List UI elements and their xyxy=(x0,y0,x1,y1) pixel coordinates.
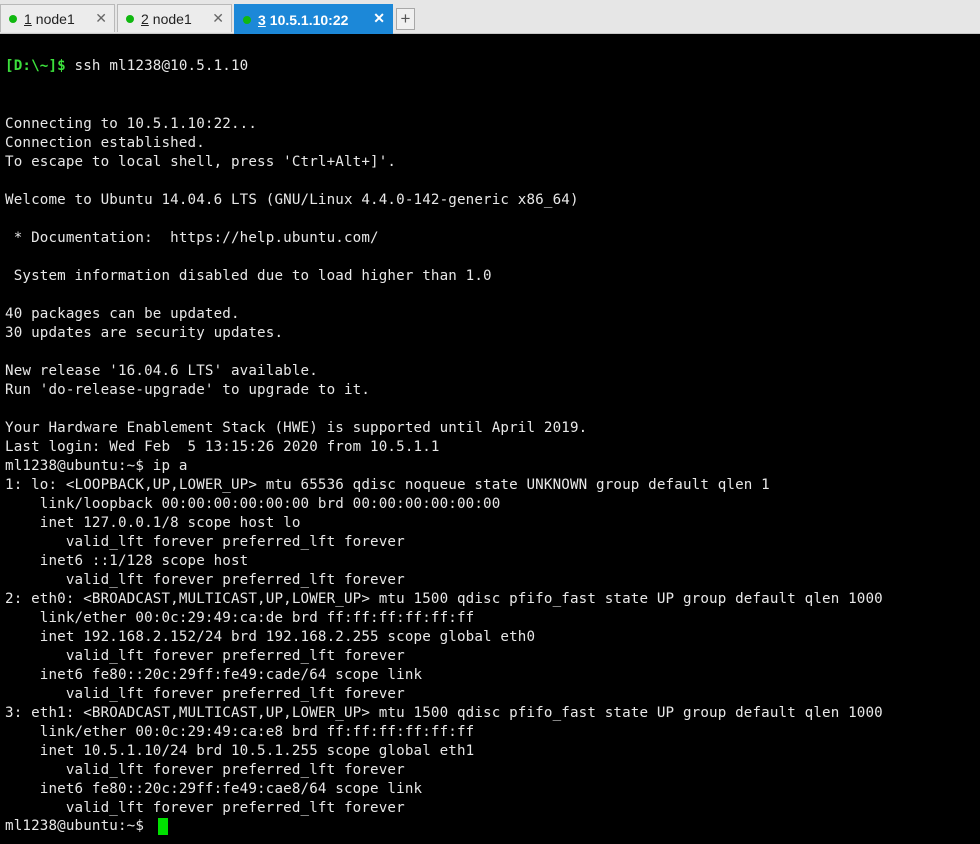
terminal-line: link/ether 00:0c:29:49:ca:e8 brd ff:ff:f… xyxy=(5,724,475,740)
terminal-line: 30 updates are security updates. xyxy=(5,325,284,341)
tab-number: 3 xyxy=(258,11,266,28)
connection-status-icon xyxy=(9,14,17,23)
tab-number: 1 xyxy=(24,10,32,27)
terminal-line: valid_lft forever preferred_lft forever xyxy=(5,534,405,550)
terminal-line: inet 192.168.2.152/24 brd 192.168.2.255 … xyxy=(5,629,536,645)
tab-title: node1 xyxy=(152,10,192,27)
terminal-line: 1: lo: <LOOPBACK,UP,LOWER_UP> mtu 65536 … xyxy=(5,477,770,493)
tab-title: node1 xyxy=(35,10,75,27)
tab-node1-1[interactable]: 1 node1 ✕ xyxy=(0,4,115,32)
terminal-line: inet6 ::1/128 scope host xyxy=(5,553,249,569)
close-icon[interactable]: ✕ xyxy=(373,10,385,27)
terminal-command-line: [D:\~]$ ssh ml1238@10.5.1.10 xyxy=(5,57,248,76)
terminal-line: link/loopback 00:00:00:00:00:00 brd 00:0… xyxy=(5,496,501,512)
close-icon[interactable]: ✕ xyxy=(212,10,224,27)
terminal-line: To escape to local shell, press 'Ctrl+Al… xyxy=(5,154,397,170)
terminal-line: Last login: Wed Feb 5 13:15:26 2020 from… xyxy=(5,439,440,455)
connection-status-icon xyxy=(126,14,134,23)
terminal-output[interactable]: [D:\~]$ ssh ml1238@10.5.1.10 Connecting … xyxy=(0,34,980,844)
tab-node1-2[interactable]: 2 node1 ✕ xyxy=(117,4,232,32)
terminal-line: valid_lft forever preferred_lft forever xyxy=(5,800,405,816)
tab-title: 10.5.1.10:22 xyxy=(269,11,349,28)
tab-active-session[interactable]: 3 10.5.1.10:22 ✕ xyxy=(234,4,393,34)
terminal-line: New release '16.04.6 LTS' available. xyxy=(5,363,318,379)
terminal-line: inet6 fe80::20c:29ff:fe49:cade/64 scope … xyxy=(5,667,423,683)
terminal-line: Connecting to 10.5.1.10:22... xyxy=(5,116,258,132)
terminal-line: 3: eth1: <BROADCAST,MULTICAST,UP,LOWER_U… xyxy=(5,705,883,721)
local-prompt: [D:\~]$ xyxy=(5,58,66,74)
terminal-line: * Documentation: https://help.ubuntu.com… xyxy=(5,230,379,246)
new-tab-button[interactable]: + xyxy=(396,8,415,30)
terminal-line: Run 'do-release-upgrade' to upgrade to i… xyxy=(5,382,371,398)
terminal-line: valid_lft forever preferred_lft forever xyxy=(5,686,405,702)
terminal-line: valid_lft forever preferred_lft forever xyxy=(5,762,405,778)
terminal-line: inet6 fe80::20c:29ff:fe49:cae8/64 scope … xyxy=(5,781,423,797)
terminal-line: valid_lft forever preferred_lft forever xyxy=(5,572,405,588)
terminal-final-prompt: ml1238@ubuntu:~$ xyxy=(5,818,145,834)
terminal-line: link/ether 00:0c:29:49:ca:de brd ff:ff:f… xyxy=(5,610,475,626)
tab-bar: 1 node1 ✕ 2 node1 ✕ 3 10.5.1.10:22 ✕ + xyxy=(0,0,980,34)
close-icon[interactable]: ✕ xyxy=(95,10,107,27)
tab-number: 2 xyxy=(141,10,149,27)
terminal-line: Your Hardware Enablement Stack (HWE) is … xyxy=(5,420,588,436)
terminal-line: 40 packages can be updated. xyxy=(5,306,240,322)
terminal-line: Welcome to Ubuntu 14.04.6 LTS (GNU/Linux… xyxy=(5,192,579,208)
terminal-line: Connection established. xyxy=(5,135,205,151)
ssh-command: ssh ml1238@10.5.1.10 xyxy=(74,58,249,74)
terminal-line: 2: eth0: <BROADCAST,MULTICAST,UP,LOWER_U… xyxy=(5,591,883,607)
connection-status-icon xyxy=(243,15,251,24)
terminal-line: inet 10.5.1.10/24 brd 10.5.1.255 scope g… xyxy=(5,743,475,759)
terminal-cursor xyxy=(158,818,168,835)
terminal-line: System information disabled due to load … xyxy=(5,268,492,284)
terminal-line: ml1238@ubuntu:~$ ip a xyxy=(5,458,188,474)
terminal-line: valid_lft forever preferred_lft forever xyxy=(5,648,405,664)
terminal-line: inet 127.0.0.1/8 scope host lo xyxy=(5,515,301,531)
